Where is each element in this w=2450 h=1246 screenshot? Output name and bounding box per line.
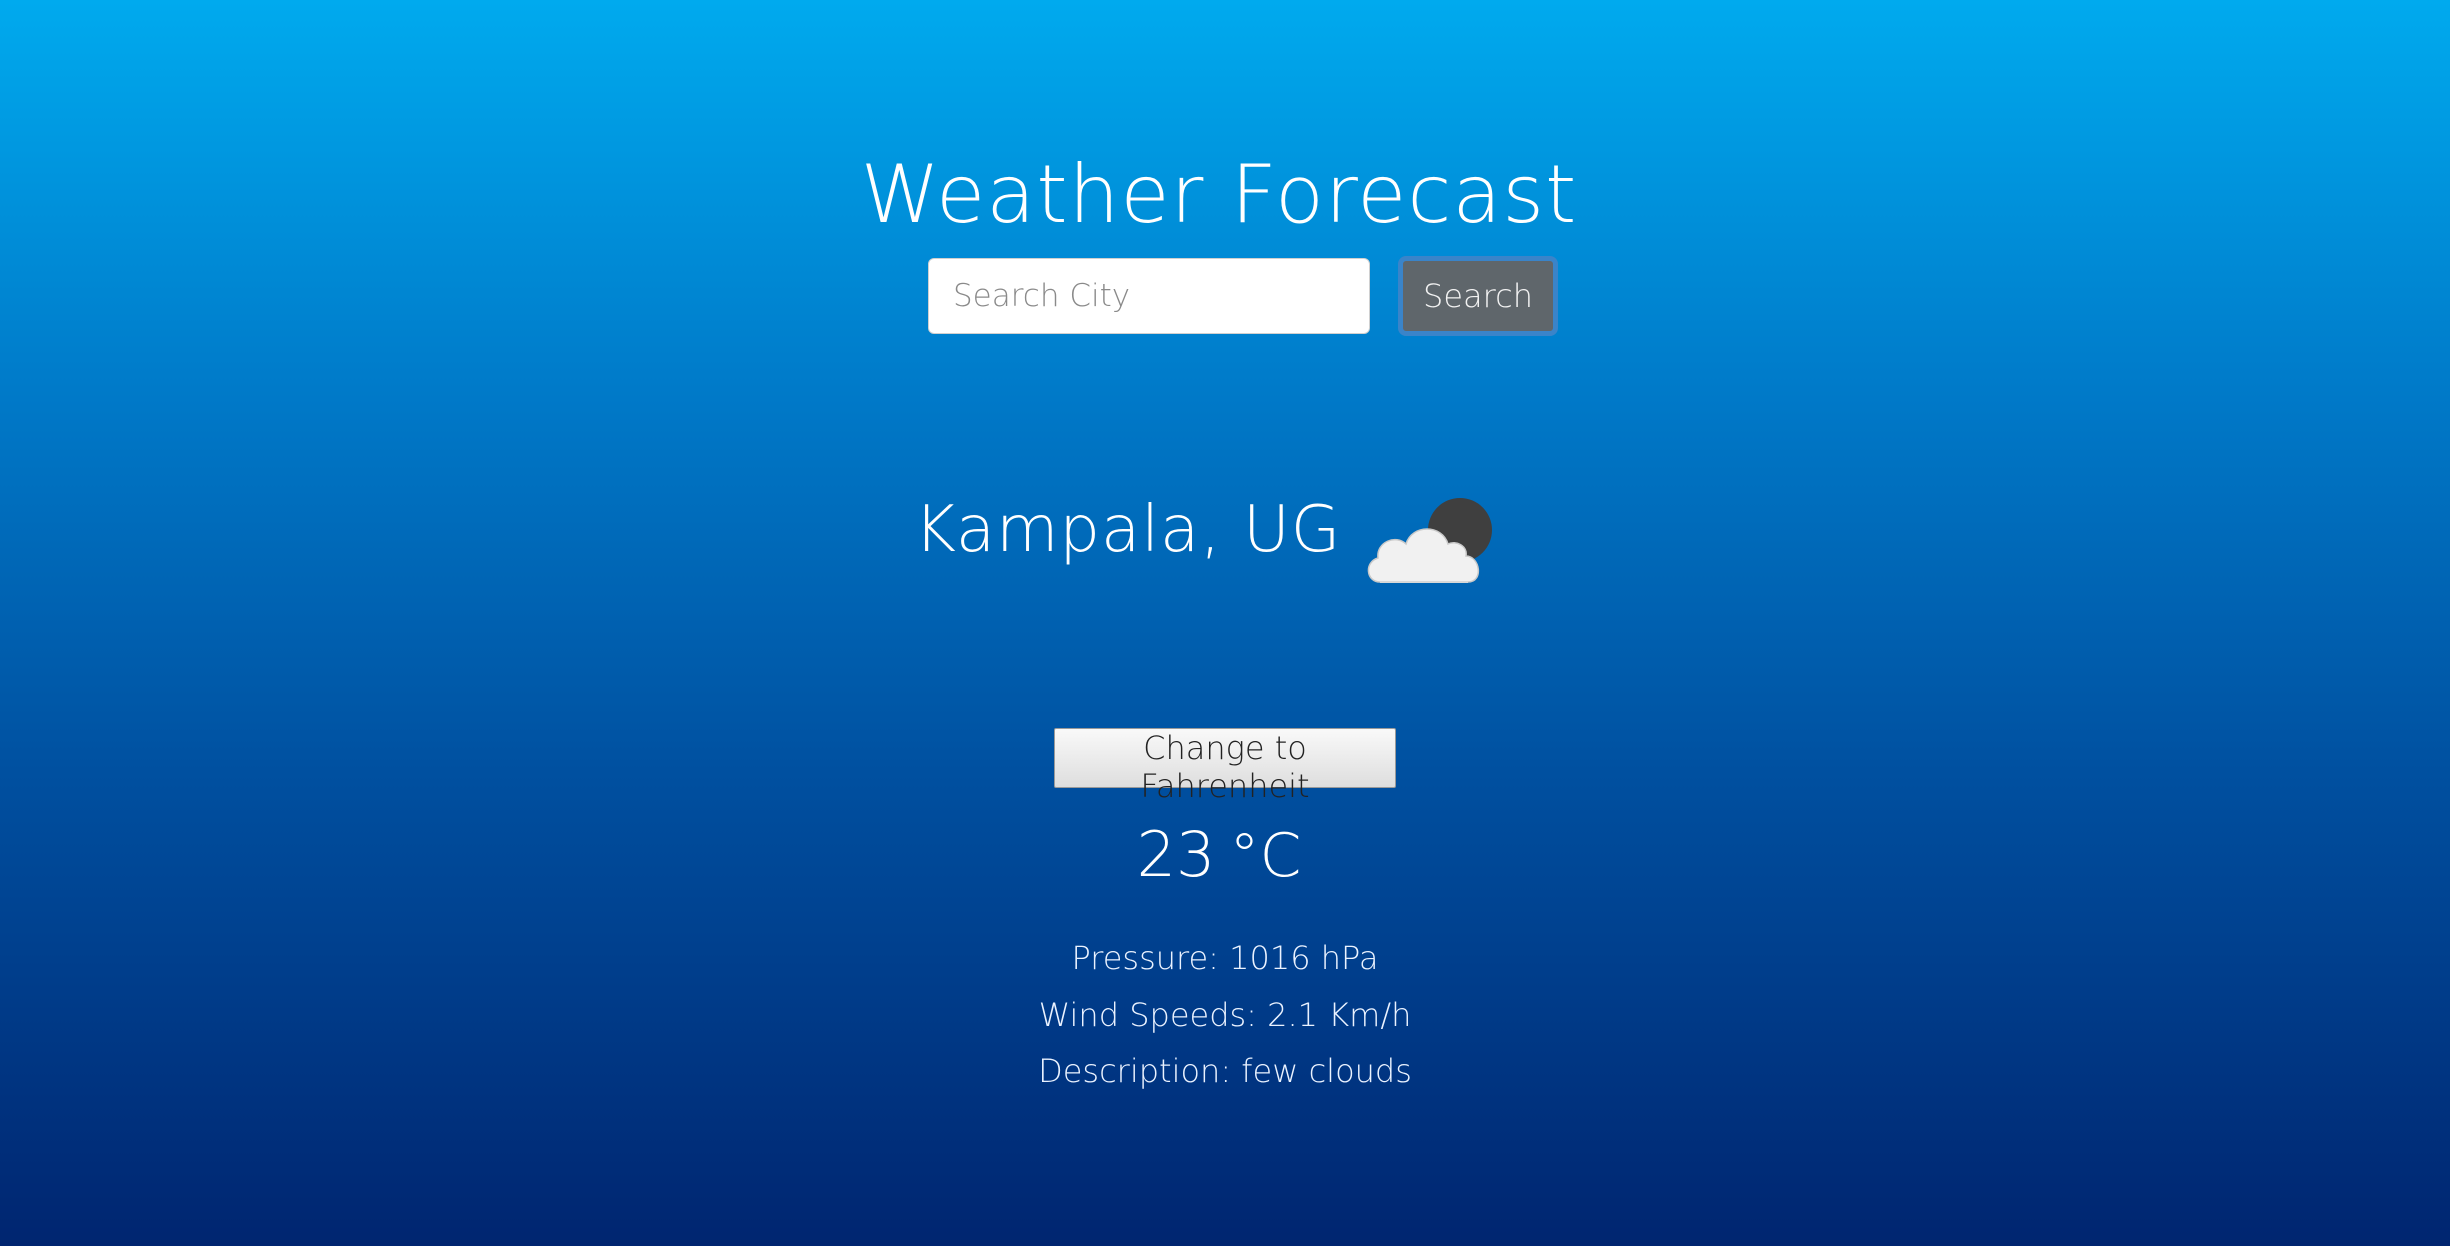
description-text: Description: few clouds <box>1038 1052 1412 1090</box>
weather-app: Weather Forecast Search Kampala, UG Chan… <box>0 0 2450 1246</box>
search-city-input[interactable] <box>928 258 1370 334</box>
search-button[interactable]: Search <box>1398 256 1558 336</box>
wind-speed-text: Wind Speeds: 2.1 Km/h <box>1038 996 1412 1034</box>
city-name: Kampala, UG <box>914 493 1342 567</box>
change-to-fahrenheit-button[interactable]: Change to Fahrenheit <box>1054 728 1396 805</box>
temperature-value: 23 <box>1136 818 1216 891</box>
temperature-unit: °C <box>1229 821 1302 891</box>
cloud-moon-icon <box>1367 498 1492 583</box>
pressure-text: Pressure: 1016 hPa <box>1071 939 1379 977</box>
page-title: Weather Forecast <box>860 148 1578 241</box>
temperature-display: 23 °C <box>0 815 2438 896</box>
